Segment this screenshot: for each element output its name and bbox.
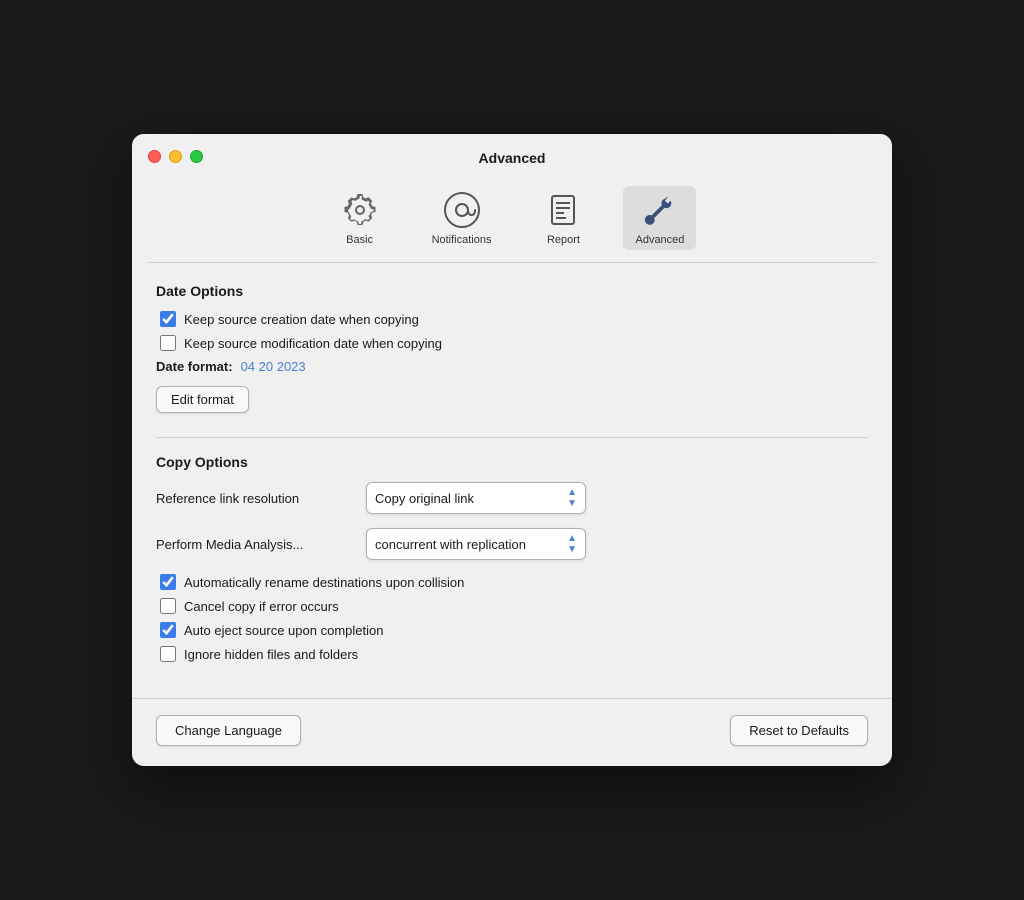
toolbar: Basic Notifications — [148, 178, 876, 263]
tab-notifications-label: Notifications — [432, 234, 492, 246]
checkbox-modification-date[interactable] — [160, 335, 176, 351]
checkbox-auto-rename[interactable] — [160, 574, 176, 590]
reset-defaults-button[interactable]: Reset to Defaults — [730, 715, 868, 746]
date-format-row: Date format: 04 20 2023 — [156, 359, 868, 374]
checkbox-hidden-files[interactable] — [160, 646, 176, 662]
ref-link-select[interactable]: Copy original link ▲▼ — [366, 482, 586, 514]
date-format-value: 04 20 2023 — [241, 359, 306, 374]
section-divider — [156, 437, 868, 438]
minimize-button[interactable] — [169, 150, 182, 163]
checkbox-modification-date-row: Keep source modification date when copyi… — [160, 335, 868, 351]
checkbox-cancel-error-label[interactable]: Cancel copy if error occurs — [184, 599, 339, 614]
checkbox-creation-date-label[interactable]: Keep source creation date when copying — [184, 312, 419, 327]
copy-options-section: Copy Options Reference link resolution C… — [156, 454, 868, 662]
date-options-section: Date Options Keep source creation date w… — [156, 283, 868, 433]
checkbox-auto-eject-row: Auto eject source upon completion — [160, 622, 868, 638]
date-format-label: Date format: — [156, 359, 233, 374]
window-title: Advanced — [479, 150, 546, 166]
checkbox-auto-eject-label[interactable]: Auto eject source upon completion — [184, 623, 383, 638]
checkbox-auto-rename-label[interactable]: Automatically rename destinations upon c… — [184, 575, 464, 590]
titlebar: Advanced Basic — [132, 134, 892, 263]
gear-icon — [340, 190, 380, 230]
traffic-lights — [148, 150, 203, 163]
checkbox-modification-date-label[interactable]: Keep source modification date when copyi… — [184, 336, 442, 351]
tab-advanced-label: Advanced — [635, 234, 684, 246]
date-options-title: Date Options — [156, 283, 868, 299]
tab-basic[interactable]: Basic — [328, 186, 392, 250]
tab-notifications[interactable]: Notifications — [420, 186, 504, 250]
change-language-button[interactable]: Change Language — [156, 715, 301, 746]
edit-format-button[interactable]: Edit format — [156, 386, 249, 413]
report-icon — [543, 190, 583, 230]
ref-link-label: Reference link resolution — [156, 491, 356, 506]
copy-options-title: Copy Options — [156, 454, 868, 470]
main-window: Advanced Basic — [132, 134, 892, 766]
media-analysis-row: Perform Media Analysis... concurrent wit… — [156, 528, 868, 560]
ref-link-select-value: Copy original link — [375, 491, 474, 506]
close-button[interactable] — [148, 150, 161, 163]
checkbox-auto-eject[interactable] — [160, 622, 176, 638]
media-analysis-select[interactable]: concurrent with replication ▲▼ — [366, 528, 586, 560]
tab-report[interactable]: Report — [531, 186, 595, 250]
checkbox-hidden-files-row: Ignore hidden files and folders — [160, 646, 868, 662]
ref-link-select-arrows: ▲▼ — [567, 487, 577, 509]
tab-report-label: Report — [547, 234, 580, 246]
checkbox-hidden-files-label[interactable]: Ignore hidden files and folders — [184, 647, 358, 662]
media-analysis-select-arrows: ▲▼ — [567, 533, 577, 555]
media-analysis-select-value: concurrent with replication — [375, 537, 526, 552]
checkbox-cancel-error[interactable] — [160, 598, 176, 614]
tab-advanced[interactable]: Advanced — [623, 186, 696, 250]
wrench-icon — [640, 190, 680, 230]
checkbox-creation-date-row: Keep source creation date when copying — [160, 311, 868, 327]
maximize-button[interactable] — [190, 150, 203, 163]
ref-link-row: Reference link resolution Copy original … — [156, 482, 868, 514]
checkbox-cancel-error-row: Cancel copy if error occurs — [160, 598, 868, 614]
checkbox-rename-row: Automatically rename destinations upon c… — [160, 574, 868, 590]
tab-basic-label: Basic — [346, 234, 373, 246]
content-area: Date Options Keep source creation date w… — [132, 263, 892, 690]
checkbox-creation-date[interactable] — [160, 311, 176, 327]
bottom-bar: Change Language Reset to Defaults — [132, 698, 892, 766]
media-analysis-label: Perform Media Analysis... — [156, 537, 356, 552]
at-icon — [442, 190, 482, 230]
